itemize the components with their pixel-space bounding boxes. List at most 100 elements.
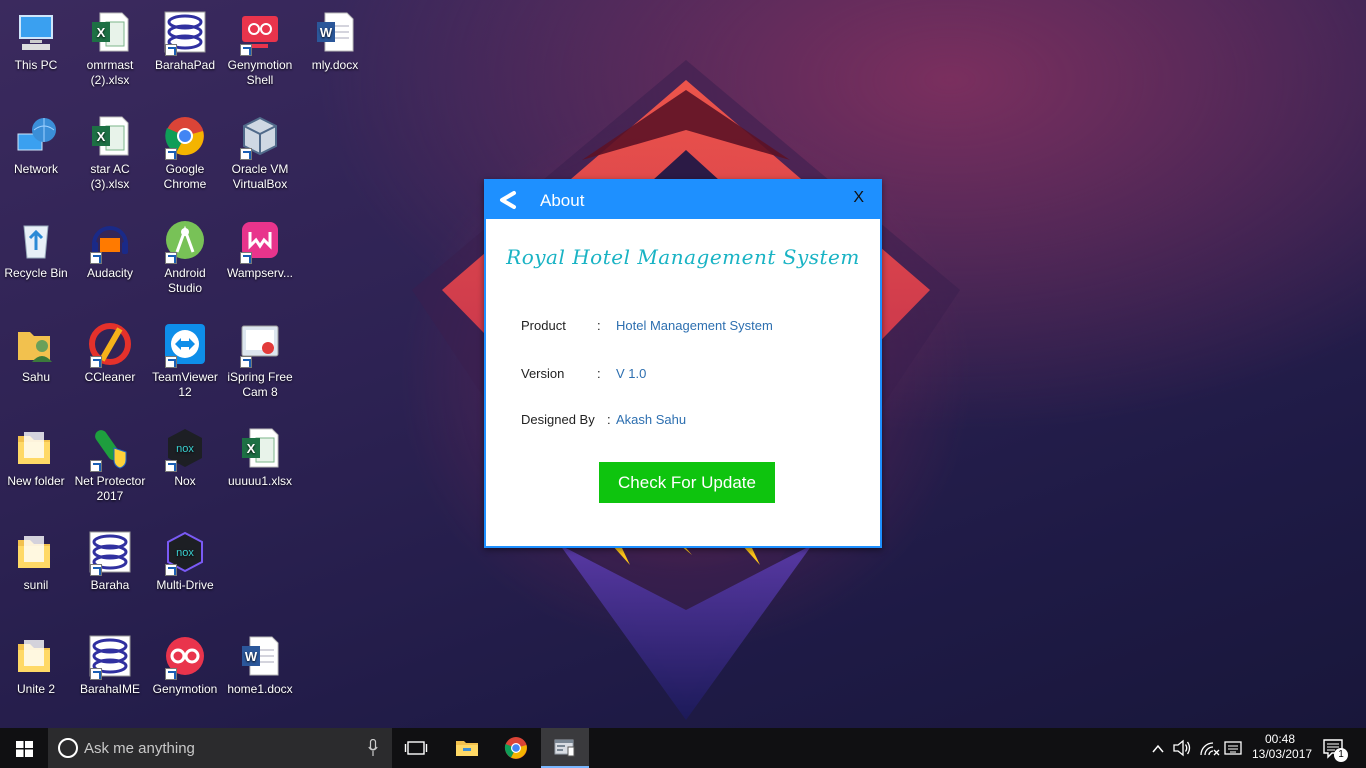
user-folder-icon [18,332,52,362]
desktop-icon-glyph [238,10,282,56]
desktop-icon-recycle-bin[interactable]: Recycle Bin [0,218,74,281]
desktop-icon-label: Oracle VM VirtualBox [231,162,289,191]
close-button[interactable]: X [853,189,864,207]
desktop-icon-ccleaner[interactable]: CCleaner [72,322,148,385]
desktop-icon-label: Audacity [86,266,134,280]
start-button[interactable] [0,728,48,768]
folder-icon [18,640,50,672]
word-icon: W [317,12,354,52]
volume-control[interactable] [1172,728,1192,768]
volume-icon [1173,739,1191,757]
desktop-icon-barahaime[interactable]: BarahaIME [72,634,148,697]
desktop-icon-genymotion-shell[interactable]: Genymotion Shell [222,10,298,88]
desktop-icon-unite-2[interactable]: Unite 2 [0,634,74,697]
desktop-icon-new-folder[interactable]: New folder [0,426,74,489]
desktop-icon-glyph [163,114,207,160]
action-center-button[interactable]: 1 [1322,728,1348,768]
desktop-icon-oracle-vm-virtualbox[interactable]: Oracle VM VirtualBox [222,114,298,192]
desktop-icon-barahapad[interactable]: BarahaPad [147,10,223,73]
desktop-icon-glyph: nox [163,426,207,472]
designer-key: Designed By [521,412,595,427]
desktop-icon-label: Network [13,162,58,176]
windows-logo-icon [16,741,33,757]
desktop-icon-glyph [14,218,58,262]
desktop-icon-label: Wampserv... [226,266,293,280]
desktop-icon-omrmast-2-xlsx[interactable]: Xomrmast (2).xlsx [72,10,148,88]
svg-text:nox: nox [176,443,194,455]
desktop-icon-glyph [238,114,282,160]
desktop-icon-home1-docx[interactable]: Whome1.docx [222,634,298,697]
desktop-icon-audacity[interactable]: Audacity [72,218,148,281]
keyboard-icon [1224,741,1242,755]
desktop-icon-this-pc[interactable]: This PC [0,10,74,73]
folder-icon [18,536,50,568]
version-value: V 1.0 [616,366,647,381]
input-indicator[interactable] [1223,728,1243,768]
desktop-icon-glyph [14,530,58,574]
desktop-icon-genymotion[interactable]: Genymotion [147,634,223,697]
desktop-icon-baraha[interactable]: Baraha [72,530,148,593]
desktop-icon-glyph: X [88,10,132,54]
desktop-icon-sahu[interactable]: Sahu [0,322,74,385]
dialog-header: About X [486,179,880,219]
taskbar-chrome[interactable] [492,728,540,768]
desktop-icon-teamviewer-12[interactable]: TeamViewer 12 [147,322,223,400]
desktop-icon-star-ac-3-xlsx[interactable]: Xstar AC (3).xlsx [72,114,148,192]
desktop-icon-label: star AC (3).xlsx [90,162,130,191]
desktop-icon-nox[interactable]: nox Nox [147,426,223,489]
designer-value: Akash Sahu [616,412,687,427]
shortcut-arrow-icon [90,460,102,472]
desktop-icon-glyph [163,10,207,56]
desktop-icon-mly-docx[interactable]: Wmly.docx [297,10,373,73]
desktop-icon-ispring-free-cam-8[interactable]: iSpring Free Cam 8 [222,322,298,400]
folder-icon [18,432,50,464]
search-box[interactable]: Ask me anything [48,728,392,768]
desktop-icon-label: New folder [7,474,65,488]
task-view-button[interactable] [392,728,440,768]
network-status[interactable] [1198,728,1220,768]
desktop-icon-net-protector-2017[interactable]: Net Protector 2017 [72,426,148,504]
back-arrow-icon[interactable] [496,189,520,211]
check-for-update-button[interactable]: Check For Update [599,462,775,503]
dialog-title: About [540,191,585,210]
desktop-icon-uuuuu1-xlsx[interactable]: Xuuuuu1.xlsx [222,426,298,489]
app-window-icon [554,739,575,757]
desktop-icon-network[interactable]: Network [0,114,74,177]
desktop-icon-glyph: W [238,634,282,678]
desktop-icon-label: uuuuu1.xlsx [227,474,293,488]
desktop-icon-sunil[interactable]: sunil [0,530,74,593]
notification-count: 1 [1334,748,1348,762]
desktop-icon-android-studio[interactable]: Android Studio [147,218,223,296]
shortcut-arrow-icon [165,252,177,264]
microphone-icon[interactable] [368,739,378,757]
clock-time: 00:48 [1264,732,1296,746]
desktop-icon-glyph [88,322,132,368]
show-hidden-icons[interactable] [1150,728,1166,768]
desktop-icon-glyph [163,634,207,680]
clock-date: 13/03/2017 [1252,747,1313,761]
desktop-icon-multi-drive[interactable]: nox Multi-Drive [147,530,223,593]
taskbar: Ask me anything 00:48 13/03/2017 1 [0,728,1366,768]
desktop-icon-label: Genymotion [152,682,218,696]
excel-icon: X [92,12,129,52]
desktop-icon-label: mly.docx [311,58,359,72]
desktop-icon-glyph [14,322,58,366]
taskbar-file-explorer[interactable] [443,728,491,768]
desktop-icon-label: Google Chrome [163,162,207,191]
desktop-icon-label: TeamViewer 12 [152,370,218,399]
shortcut-arrow-icon [240,252,252,264]
desktop-icon-glyph: W [313,10,357,54]
desktop-icon-glyph: X [88,114,132,158]
svg-text:X: X [97,25,106,40]
shortcut-arrow-icon [90,356,102,368]
shortcut-arrow-icon [165,668,177,680]
desktop-icon-label: Multi-Drive [156,578,214,592]
desktop-icon-label: Sahu [21,370,51,384]
cortana-icon [58,738,78,758]
product-value: Hotel Management System [616,318,773,333]
taskbar-clock[interactable]: 00:48 13/03/2017 [1252,732,1313,762]
desktop-icon-google-chrome[interactable]: Google Chrome [147,114,223,192]
desktop-icon-glyph [238,322,282,368]
desktop-icon-wampserv[interactable]: Wampserv... [222,218,298,281]
taskbar-active-app[interactable] [541,728,589,768]
